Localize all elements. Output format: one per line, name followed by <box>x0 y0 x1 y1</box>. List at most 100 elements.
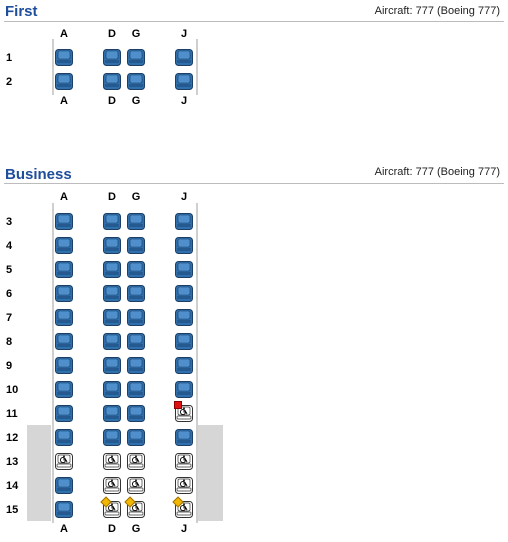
available-seat-icon <box>175 309 193 326</box>
available-seat-icon <box>55 285 73 302</box>
available-seat-icon <box>127 261 145 278</box>
wheelchair-seat-icon <box>103 477 121 494</box>
seat-5j[interactable] <box>175 261 193 278</box>
seat-11g[interactable] <box>127 405 145 422</box>
seat-1g[interactable] <box>127 49 145 66</box>
available-seat-icon <box>55 213 73 230</box>
seat-8a[interactable] <box>55 333 73 350</box>
seat-15g[interactable] <box>124 496 145 518</box>
seat-12d[interactable] <box>103 429 121 446</box>
seat-11d[interactable] <box>103 405 121 422</box>
seat-9g[interactable] <box>127 357 145 374</box>
seat-12a[interactable] <box>55 429 73 446</box>
seat-2g[interactable] <box>127 73 145 90</box>
seat-8d[interactable] <box>103 333 121 350</box>
seat-9j[interactable] <box>175 357 193 374</box>
seat-4g[interactable] <box>127 237 145 254</box>
available-seat-icon <box>103 381 121 398</box>
seat-10j[interactable] <box>175 381 193 398</box>
available-seat-icon <box>175 49 193 66</box>
column-footer-j: J <box>180 95 188 107</box>
row-number-12: 12 <box>6 432 19 444</box>
seat-6a[interactable] <box>55 285 73 302</box>
seat-2d[interactable] <box>103 73 121 90</box>
wing-shading-left <box>27 425 51 521</box>
seat-2a[interactable] <box>55 73 73 90</box>
available-seat-icon <box>103 49 121 66</box>
available-seat-icon <box>127 429 145 446</box>
column-header-d: D <box>108 28 116 40</box>
seat-10d[interactable] <box>103 381 121 398</box>
row-number-9: 9 <box>6 360 13 372</box>
seat-11j[interactable] <box>174 401 193 422</box>
row-number-1: 1 <box>6 52 13 64</box>
seat-1a[interactable] <box>55 49 73 66</box>
right-fuselage-wall <box>196 39 198 95</box>
seat-3d[interactable] <box>103 213 121 230</box>
seat-6d[interactable] <box>103 285 121 302</box>
seat-8g[interactable] <box>127 333 145 350</box>
seat-15j[interactable] <box>172 496 193 518</box>
seat-7d[interactable] <box>103 309 121 326</box>
row-number-5: 5 <box>6 264 13 276</box>
seat-10a[interactable] <box>55 381 73 398</box>
cabin-title: Business <box>5 166 72 183</box>
seat-14g[interactable] <box>127 477 145 494</box>
seat-9d[interactable] <box>103 357 121 374</box>
seat-13d[interactable] <box>103 453 121 470</box>
seat-1d[interactable] <box>103 49 121 66</box>
available-seat-icon <box>175 237 193 254</box>
seat-13j[interactable] <box>175 453 193 470</box>
seat-15d[interactable] <box>100 496 121 518</box>
seat-5d[interactable] <box>103 261 121 278</box>
seat-1j[interactable] <box>175 49 193 66</box>
seat-14d[interactable] <box>103 477 121 494</box>
seat-7a[interactable] <box>55 309 73 326</box>
seat-12g[interactable] <box>127 429 145 446</box>
wheelchair-seat-icon <box>175 453 193 470</box>
seat-8j[interactable] <box>175 333 193 350</box>
seat-7g[interactable] <box>127 309 145 326</box>
available-seat-icon <box>127 237 145 254</box>
aircraft-label: Aircraft: 777 (Boeing 777) <box>374 5 500 17</box>
seat-6j[interactable] <box>175 285 193 302</box>
wheelchair-seat-icon <box>127 477 145 494</box>
seat-4d[interactable] <box>103 237 121 254</box>
available-seat-icon <box>175 333 193 350</box>
seat-14j[interactable] <box>175 477 193 494</box>
available-seat-icon <box>55 357 73 374</box>
row-number-14: 14 <box>6 480 19 492</box>
seat-11a[interactable] <box>55 405 73 422</box>
aircraft-label: Aircraft: 777 (Boeing 777) <box>374 166 500 178</box>
available-seat-icon <box>103 333 121 350</box>
seat-12j[interactable] <box>175 429 193 446</box>
seat-3j[interactable] <box>175 213 193 230</box>
seat-10g[interactable] <box>127 381 145 398</box>
wheelchair-seat-icon <box>127 453 145 470</box>
seat-7j[interactable] <box>175 309 193 326</box>
seat-13g[interactable] <box>127 453 145 470</box>
seat-3a[interactable] <box>55 213 73 230</box>
seat-4a[interactable] <box>55 237 73 254</box>
business-cabin-section: Business Aircraft: 777 (Boeing 777) A D G J… <box>0 163 508 542</box>
seat-15a[interactable] <box>55 501 73 518</box>
available-seat-icon <box>103 285 121 302</box>
seat-2j[interactable] <box>175 73 193 90</box>
seat-3g[interactable] <box>127 213 145 230</box>
row-number-3: 3 <box>6 216 13 228</box>
seat-14a[interactable] <box>55 477 73 494</box>
available-seat-icon <box>103 213 121 230</box>
seat-9a[interactable] <box>55 357 73 374</box>
available-seat-icon <box>55 49 73 66</box>
column-header-d: D <box>108 191 116 203</box>
column-header-g: G <box>131 191 141 203</box>
seat-4j[interactable] <box>175 237 193 254</box>
seat-6g[interactable] <box>127 285 145 302</box>
seat-5a[interactable] <box>55 261 73 278</box>
available-seat-icon <box>103 357 121 374</box>
available-seat-icon <box>55 405 73 422</box>
seat-5g[interactable] <box>127 261 145 278</box>
wheelchair-seat-icon <box>55 453 73 470</box>
available-seat-icon <box>55 309 73 326</box>
seat-13a[interactable] <box>55 453 73 470</box>
